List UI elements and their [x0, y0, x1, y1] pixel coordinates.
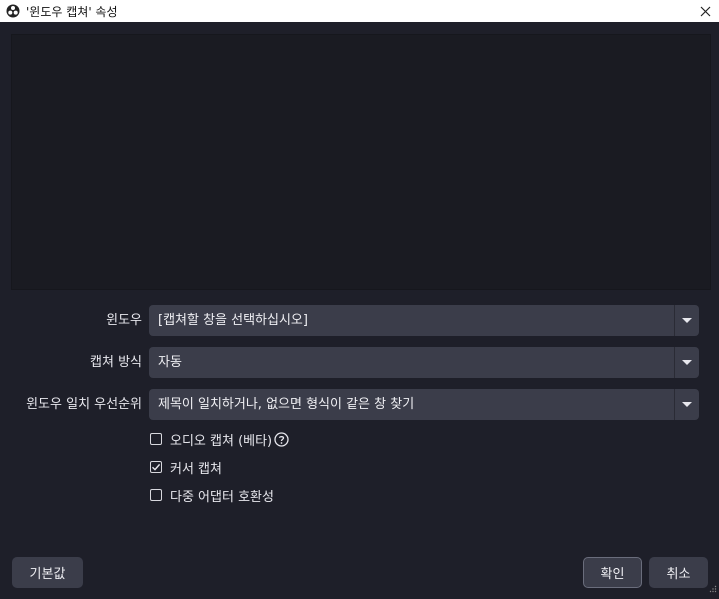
audio-capture-label: 오디오 캡쳐 (베타): [170, 433, 273, 449]
capture-method-select[interactable]: 자동: [149, 347, 699, 378]
title-bar: '윈도우 캡쳐' 속성: [0, 0, 719, 22]
window-priority-row: 윈도우 일치 우선순위 제목이 일치하거나, 없으면 형식이 같은 창 찾기: [0, 389, 719, 421]
checkbox-box[interactable]: [150, 433, 162, 445]
checkbox-box[interactable]: [150, 489, 162, 501]
cursor-capture-checkbox[interactable]: 커서 캡쳐: [150, 458, 222, 477]
chevron-down-icon[interactable]: [675, 347, 699, 378]
defaults-button[interactable]: 기본값: [12, 557, 83, 588]
capture-preview: [11, 34, 711, 290]
checkbox-box[interactable]: [150, 461, 162, 473]
cursor-capture-label: 커서 캡쳐: [170, 461, 222, 477]
window-priority-select[interactable]: 제목이 일치하거나, 없으면 형식이 같은 창 찾기: [149, 389, 699, 420]
ok-button[interactable]: 확인: [583, 557, 642, 588]
window-label: 윈도우: [106, 313, 142, 328]
obs-logo-icon: [6, 4, 20, 18]
cancel-button[interactable]: 취소: [649, 557, 708, 588]
window-select[interactable]: [캡쳐할 창을 선택하십시오]: [149, 305, 699, 336]
window-select-value: [캡쳐할 창을 선택하십시오]: [158, 313, 308, 328]
capture-method-row: 캡쳐 방식 자동: [0, 347, 719, 379]
capture-method-value: 자동: [158, 355, 182, 370]
help-circle-icon[interactable]: [274, 431, 289, 447]
multi-adapter-checkbox[interactable]: 다중 어댑터 호환성: [150, 486, 274, 505]
checkmark-icon: [152, 463, 161, 471]
chevron-down-icon[interactable]: [675, 305, 699, 336]
window-row: 윈도우 [캡쳐할 창을 선택하십시오]: [0, 305, 719, 337]
audio-capture-checkbox[interactable]: 오디오 캡쳐 (베타): [150, 430, 289, 449]
multi-adapter-label: 다중 어댑터 호환성: [170, 489, 274, 505]
resize-grip-icon[interactable]: [709, 578, 717, 597]
window-priority-value: 제목이 일치하거나, 없으면 형식이 같은 창 찾기: [158, 397, 415, 412]
window-priority-label: 윈도우 일치 우선순위: [26, 397, 142, 412]
chevron-down-icon[interactable]: [675, 389, 699, 420]
close-icon[interactable]: [691, 0, 719, 22]
capture-method-label: 캡쳐 방식: [90, 355, 142, 370]
window-title: '윈도우 캡쳐' 속성: [26, 4, 118, 19]
